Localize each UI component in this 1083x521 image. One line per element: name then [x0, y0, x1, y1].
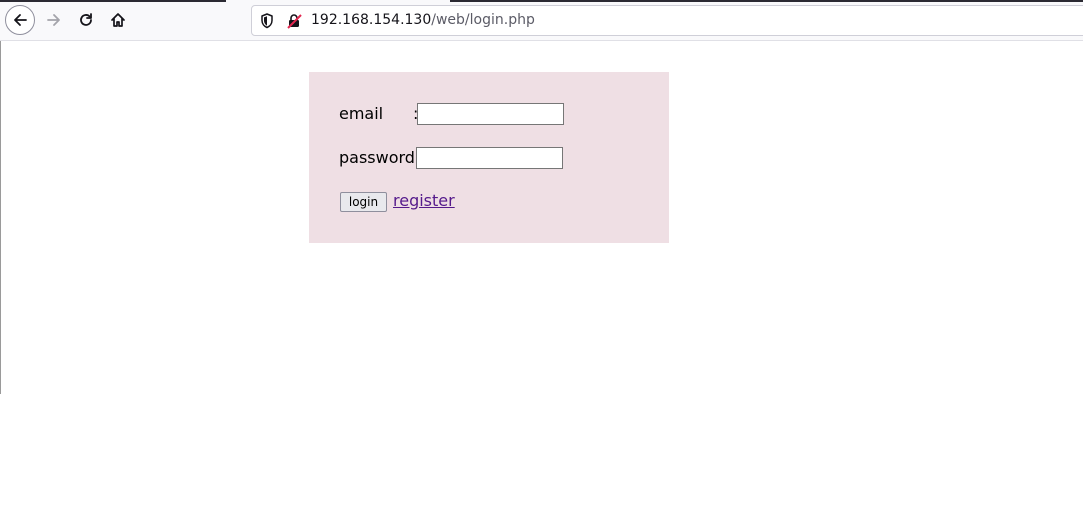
back-button[interactable] — [5, 5, 35, 35]
browser-toolbar: 192.168.154.130/web/login.php — [0, 0, 1083, 41]
reload-button[interactable] — [71, 5, 101, 35]
tab-indicator — [0, 0, 226, 2]
email-label: email — [339, 104, 384, 123]
forward-button[interactable] — [39, 5, 69, 35]
login-button[interactable]: login — [340, 192, 387, 212]
tab-indicator — [450, 0, 1083, 2]
forward-arrow-icon — [47, 14, 60, 26]
address-bar[interactable]: 192.168.154.130/web/login.php — [251, 5, 1083, 36]
login-panel: email : password: login register — [309, 72, 669, 243]
password-field[interactable] — [416, 147, 563, 169]
home-icon — [111, 13, 125, 27]
register-link[interactable]: register — [393, 191, 455, 210]
reload-icon — [80, 13, 92, 26]
home-button[interactable] — [103, 5, 133, 35]
url-path: /web/login.php — [431, 12, 535, 28]
insecure-lock-icon[interactable] — [286, 13, 302, 29]
email-field[interactable] — [417, 103, 564, 125]
url-host: 192.168.154.130 — [311, 12, 432, 28]
shield-icon[interactable] — [260, 13, 274, 29]
url-text[interactable]: 192.168.154.130/web/login.php — [311, 12, 535, 29]
password-label: password: — [339, 148, 421, 167]
back-arrow-icon — [14, 14, 27, 26]
